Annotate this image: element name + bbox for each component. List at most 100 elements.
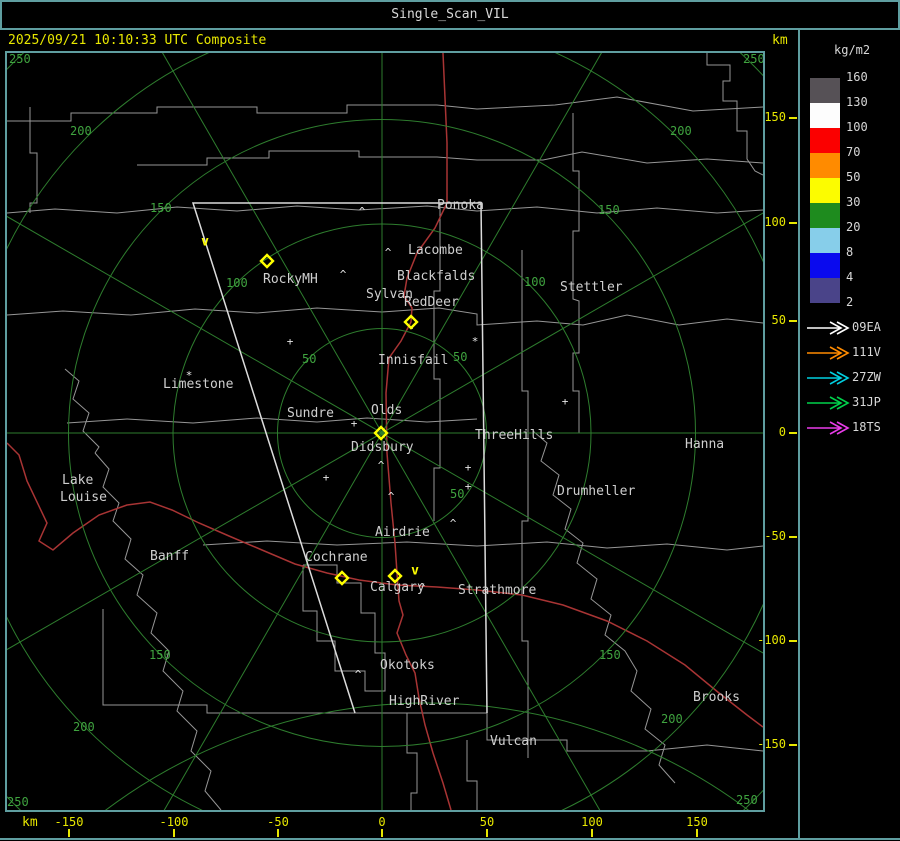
storm-track-id: 31JP (852, 395, 881, 409)
range-ring-label-50: 50 (302, 352, 317, 366)
place-label-lacombe: Lacombe (408, 243, 463, 258)
place-label-strathmore: Strathmore (458, 583, 537, 598)
scan-timestamp: 2025/09/21 10:10:33 UTC Composite (8, 33, 267, 48)
county-boundary-line (64, 368, 100, 454)
town-marker: + (465, 461, 472, 474)
bottom-axis-unit-label: km (22, 815, 38, 830)
right-axis-tick-label: 100 (764, 215, 786, 229)
county-boundary-line (66, 417, 478, 424)
right-axis-unit-label: km (772, 33, 788, 48)
title-bar[interactable]: Single_Scan_VIL (0, 0, 900, 30)
storm-track-arrow-09EA (807, 321, 850, 335)
storm-cell-arrow: v (411, 564, 419, 579)
storm-track-arrow-31JP (807, 396, 850, 410)
right-axis-tick-label: 150 (764, 110, 786, 124)
county-boundary-line (406, 713, 418, 810)
bottom-axis-tick-label: -150 (54, 815, 84, 829)
range-ring-label-150: 150 (599, 648, 621, 662)
county-boundary-line (466, 740, 478, 810)
place-label-olds: Olds (371, 403, 403, 418)
scale-value-label: 4 (846, 270, 854, 284)
storm-track-id: 18TS (852, 420, 881, 434)
town-marker: + (562, 395, 569, 408)
scale-value-label: 160 (846, 70, 868, 84)
town-marker: ^ (378, 459, 385, 472)
window-title: Single_Scan_VIL (391, 7, 509, 22)
bottom-axis-tick-label: 50 (479, 815, 495, 829)
place-label-louise: Louise (60, 490, 107, 505)
town-marker: ^ (385, 246, 392, 259)
range-ring-label-50: 50 (453, 350, 468, 364)
range-ring-label-200: 200 (70, 124, 92, 138)
county-boundary-line (94, 452, 222, 810)
scale-value-label: 100 (846, 120, 868, 134)
place-label-ponoka: Ponoka (437, 198, 484, 213)
bottom-axis-tick (173, 829, 175, 837)
scale-value-label: 70 (846, 145, 861, 159)
county-boundary-line (202, 540, 763, 551)
bottom-axis-tick (381, 829, 383, 837)
place-label-rockymh: RockyMH (263, 272, 318, 287)
county-boundary-line (102, 609, 763, 752)
county-boundary-line (7, 307, 763, 326)
scale-block-70 (810, 153, 840, 178)
range-ring-label-250: 250 (743, 52, 765, 66)
place-label-blackfalds: Blackfalds (397, 269, 476, 284)
place-label-didsbury: Didsbury (351, 440, 414, 455)
range-ring-label-200: 200 (670, 124, 692, 138)
town-marker: ^ (340, 268, 347, 281)
scale-value-label: 130 (846, 95, 868, 109)
map-viewport[interactable]: ^ ^ ^ ^ ^ ^ ^ ^ + + + + + + * * · v v 50 100 150 200 250 50 100 15… (5, 51, 765, 812)
scale-block-8 (810, 253, 840, 278)
range-ring-label-250: 250 (9, 52, 31, 66)
range-ring-label-100: 100 (226, 276, 248, 290)
scale-block-30 (810, 203, 840, 228)
town-marker: + (287, 335, 294, 348)
scale-value-label: 8 (846, 245, 854, 259)
scale-block-160 (810, 78, 840, 103)
scale-block-50 (810, 178, 840, 203)
right-axis-tick-label: 0 (778, 425, 786, 439)
county-boundary-line (7, 96, 763, 122)
range-ring-label-150: 150 (149, 648, 171, 662)
bottom-axis-tick (68, 829, 70, 837)
scale-unit-label: kg/m2 (834, 43, 871, 57)
range-ring-label-150: 150 (150, 201, 172, 215)
place-label-limestone: Limestone (163, 377, 234, 392)
scale-block-20 (810, 228, 840, 253)
bottom-axis-tick-label: 100 (581, 815, 603, 829)
place-label-highriver: HighRiver (389, 694, 460, 709)
scale-value-label: 50 (846, 170, 861, 184)
scale-block-4 (810, 278, 840, 303)
place-label-sundre: Sundre (287, 406, 334, 421)
right-axis-tick (789, 117, 797, 119)
scale-block-100 (810, 128, 840, 153)
county-boundary-line (521, 250, 529, 758)
right-axis-tick-label: -50 (764, 529, 786, 543)
place-label-banff: Banff (150, 549, 190, 564)
town-marker: + (465, 480, 472, 493)
storm-cell-marker (334, 570, 350, 586)
place-label-lake: Lake (62, 473, 94, 488)
range-ring-label-200: 200 (661, 712, 683, 726)
right-axis-tick (789, 536, 797, 538)
bottom-axis-tick (486, 829, 488, 837)
neighbor-radar-range-arc (105, 702, 749, 810)
right-axis-tick (789, 640, 797, 642)
bottom-axis-tick-label: 0 (378, 815, 386, 829)
storm-track-arrow-27ZW (807, 371, 850, 385)
scale-value-label: 20 (846, 220, 861, 234)
range-ring-label-200: 200 (73, 720, 95, 734)
bottom-axis-tick (277, 829, 279, 837)
storm-track-arrow-111V (807, 346, 850, 360)
town-marker: ^ (359, 205, 366, 218)
storm-track-id: 27ZW (852, 370, 881, 384)
right-axis-tick (789, 320, 797, 322)
scale-block-130 (810, 103, 840, 128)
place-label-threehills: ThreeHills (475, 428, 554, 443)
place-label-calgary: Calgary (370, 580, 425, 595)
storm-track-arrow-18TS (807, 421, 850, 435)
storm-track-id: 09EA (852, 320, 881, 334)
place-label-innisfail: Innisfail (378, 353, 449, 368)
right-axis-tick (789, 744, 797, 746)
